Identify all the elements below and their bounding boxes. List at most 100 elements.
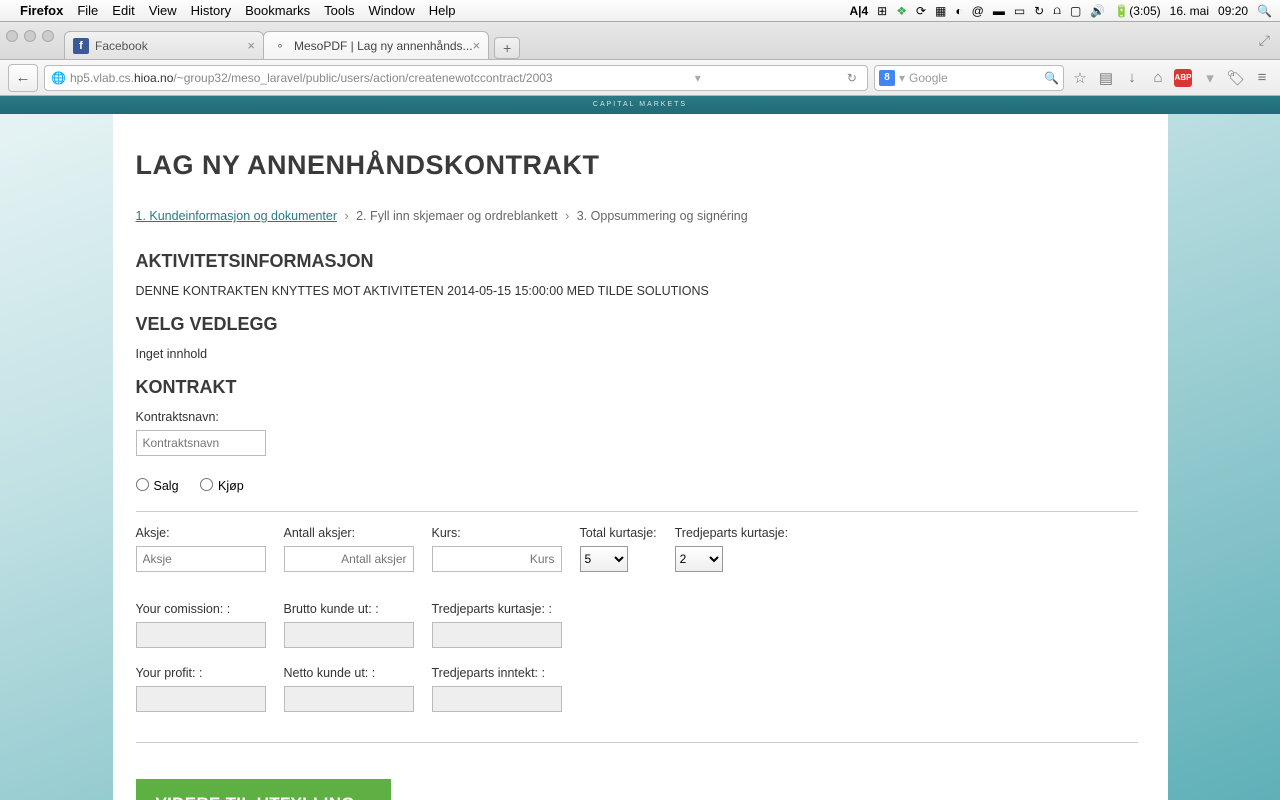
radio-kjop[interactable]: Kjøp bbox=[200, 479, 244, 493]
menu-tools[interactable]: Tools bbox=[324, 3, 354, 18]
menu-help[interactable]: Help bbox=[429, 3, 456, 18]
chevron-right-icon: › bbox=[345, 209, 349, 223]
spotlight-icon[interactable]: 🔍 bbox=[1257, 4, 1272, 18]
menu-date[interactable]: 16. mai bbox=[1170, 4, 1209, 18]
tredjeparts-inntekt-output bbox=[432, 686, 562, 712]
tredjeparts-inntekt-label: Tredjeparts inntekt: : bbox=[432, 666, 562, 680]
tab-close-icon[interactable]: × bbox=[473, 38, 481, 53]
page-viewport: CAPITAL MARKETS LAG NY ANNENHÅNDSKONTRAK… bbox=[0, 96, 1280, 800]
menu-window[interactable]: Window bbox=[369, 3, 415, 18]
netto-output bbox=[284, 686, 414, 712]
menu-view[interactable]: View bbox=[149, 3, 177, 18]
downloads-icon[interactable]: ↓ bbox=[1122, 69, 1142, 86]
tredjeparts-kurtasje-out-label: Tredjeparts kurtasje: : bbox=[432, 602, 562, 616]
google-icon: 8 bbox=[879, 70, 895, 86]
transaction-type-radios: Salg Kjøp bbox=[136, 478, 1138, 493]
tab-close-icon[interactable]: × bbox=[247, 38, 255, 53]
radio-salg[interactable]: Salg bbox=[136, 479, 179, 493]
fullscreen-icon[interactable]: ⤢ bbox=[1259, 32, 1274, 49]
tredjeparts-kurtasje-output bbox=[432, 622, 562, 648]
clock-menu-icon[interactable]: ◐ bbox=[955, 4, 962, 18]
dropdown-icon[interactable]: ▾ bbox=[695, 71, 701, 85]
dropdown-icon[interactable]: ▾ bbox=[1200, 69, 1220, 87]
chevron-right-icon: › bbox=[565, 209, 569, 223]
app-name[interactable]: Firefox bbox=[20, 3, 63, 18]
at-icon[interactable]: @ bbox=[972, 4, 984, 18]
divider bbox=[136, 742, 1138, 743]
grid-icon[interactable]: ▦ bbox=[935, 4, 946, 18]
search-box[interactable]: 8 ▾ Google 🔍 bbox=[874, 65, 1064, 91]
mac-menu-bar: Firefox File Edit View History Bookmarks… bbox=[0, 0, 1280, 22]
antall-input[interactable] bbox=[284, 546, 414, 572]
activity-info-text: DENNE KONTRAKTEN KNYTTES MOT AKTIVITETEN… bbox=[136, 284, 1138, 298]
menu-bookmarks[interactable]: Bookmarks bbox=[245, 3, 310, 18]
section-activity-heading: AKTIVITETSINFORMASJON bbox=[136, 251, 1138, 272]
battery-menu-icon[interactable]: ▬ bbox=[993, 4, 1005, 18]
chevron-right-icon: › bbox=[365, 793, 371, 800]
volume-icon[interactable]: 🔊 bbox=[1090, 4, 1105, 18]
wifi-icon[interactable]: ⩍ bbox=[1053, 3, 1061, 18]
adobe-icon[interactable]: A| 4 bbox=[849, 4, 868, 18]
facebook-favicon-icon: f bbox=[73, 38, 89, 54]
sync-icon[interactable]: ⟳ bbox=[916, 4, 926, 18]
radio-salg-input[interactable] bbox=[136, 478, 149, 491]
display-icon[interactable]: ▭ bbox=[1014, 4, 1025, 18]
breadcrumb-step-2: 2. Fyll inn skjemaer og ordreblankett bbox=[356, 209, 557, 223]
contract-name-input[interactable] bbox=[136, 430, 266, 456]
next-button[interactable]: VIDERE TIL UTFYLLING › bbox=[136, 779, 392, 800]
page-title: LAG NY ANNENHÅNDSKONTRAKT bbox=[136, 150, 1138, 181]
kurs-input[interactable] bbox=[432, 546, 562, 572]
browser-tab-bar: f Facebook × ∘ MesoPDF | Lag ny annenhån… bbox=[0, 22, 1280, 60]
home-icon[interactable]: ⌂ bbox=[1148, 69, 1168, 86]
menu-history[interactable]: History bbox=[191, 3, 231, 18]
menu-time[interactable]: 09:20 bbox=[1218, 4, 1248, 18]
timemachine-icon[interactable]: ↻ bbox=[1034, 4, 1044, 18]
browser-toolbar: ← 🌐 hp5.vlab.cs.hioa.no/~group32/meso_la… bbox=[0, 60, 1280, 96]
breadcrumb-step-1[interactable]: 1. Kundeinformasjon og dokumenter bbox=[136, 209, 338, 223]
breadcrumb: 1. Kundeinformasjon og dokumenter › 2. F… bbox=[136, 209, 1138, 223]
battery-status[interactable]: 🔋 (3:05) bbox=[1114, 4, 1160, 18]
aksje-input[interactable] bbox=[136, 546, 266, 572]
menu-file[interactable]: File bbox=[77, 3, 98, 18]
breadcrumb-step-3: 3. Oppsummering og signéring bbox=[577, 209, 748, 223]
aksje-label: Aksje: bbox=[136, 526, 266, 540]
attachments-empty-text: Inget innhold bbox=[136, 347, 1138, 361]
tredjeparts-kurtasje-select[interactable]: 2 bbox=[675, 546, 723, 572]
radio-kjop-input[interactable] bbox=[200, 478, 213, 491]
section-attachments-heading: VELG VEDLEGG bbox=[136, 314, 1138, 335]
antall-label: Antall aksjer: bbox=[284, 526, 414, 540]
brutto-output bbox=[284, 622, 414, 648]
window-controls[interactable] bbox=[6, 30, 54, 42]
reload-icon[interactable]: ↻ bbox=[843, 71, 861, 85]
your-profit-label: Your profit: : bbox=[136, 666, 266, 680]
dropbox-icon[interactable]: ❖ bbox=[896, 4, 907, 18]
site-header-strip: CAPITAL MARKETS bbox=[0, 96, 1280, 114]
your-commission-label: Your comission: : bbox=[136, 602, 266, 616]
page-favicon-icon: ∘ bbox=[272, 38, 288, 54]
bluetooth-icon[interactable]: ⊞ bbox=[877, 4, 887, 18]
menu-edit[interactable]: Edit bbox=[112, 3, 134, 18]
airplay-icon[interactable]: ▢ bbox=[1070, 4, 1081, 18]
abp-icon[interactable]: ABP bbox=[1174, 69, 1194, 87]
tab-facebook[interactable]: f Facebook × bbox=[64, 31, 264, 59]
search-icon[interactable]: 🔍 bbox=[1044, 71, 1059, 85]
url-bar[interactable]: 🌐 hp5.vlab.cs.hioa.no/~group32/meso_lara… bbox=[44, 65, 868, 91]
reading-list-icon[interactable]: ▤ bbox=[1096, 69, 1116, 87]
tag-icon[interactable]: 🏷 bbox=[1226, 69, 1246, 87]
new-tab-button[interactable]: + bbox=[494, 37, 520, 59]
netto-label: Netto kunde ut: : bbox=[284, 666, 414, 680]
tab-label: Facebook bbox=[95, 39, 148, 53]
close-window-icon[interactable] bbox=[6, 30, 18, 42]
back-button[interactable]: ← bbox=[8, 64, 38, 92]
menu-icon[interactable]: ≡ bbox=[1252, 69, 1272, 86]
minimize-window-icon[interactable] bbox=[24, 30, 36, 42]
divider bbox=[136, 511, 1138, 512]
total-kurtasje-select[interactable]: 5 bbox=[580, 546, 628, 572]
next-button-label: VIDERE TIL UTFYLLING bbox=[156, 794, 355, 800]
zoom-window-icon[interactable] bbox=[42, 30, 54, 42]
tab-mesopdf[interactable]: ∘ MesoPDF | Lag ny annenhånds... × bbox=[263, 31, 489, 59]
bookmark-star-icon[interactable]: ☆ bbox=[1070, 69, 1090, 87]
tab-label: MesoPDF | Lag ny annenhånds... bbox=[294, 39, 473, 53]
your-commission-output bbox=[136, 622, 266, 648]
url-host: hioa.no bbox=[134, 71, 173, 85]
